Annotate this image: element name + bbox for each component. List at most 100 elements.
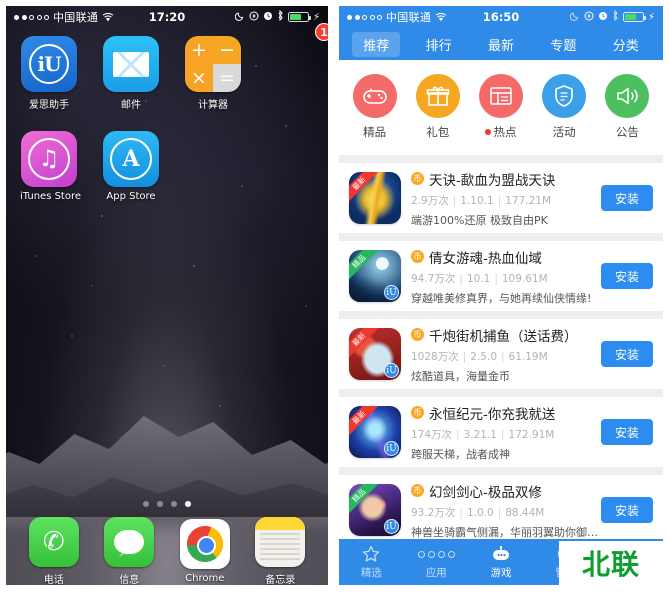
aisi-watermark-icon: iU	[384, 285, 399, 300]
category-label: 礼包	[426, 124, 450, 139]
install-button[interactable]: 安装	[601, 263, 653, 289]
app-meta: 94.7万次 | 10.1 | 109.61M	[411, 272, 548, 285]
do-not-disturb-icon	[234, 11, 245, 24]
page-dot	[157, 501, 163, 507]
app-list-row[interactable]: iU 最新 千炮街机捕鱼（送话费） 1028万次|2.5.0|61.19M 炫酷…	[339, 319, 663, 389]
category-jingpin[interactable]: 精品	[346, 73, 404, 140]
nav-item-jingxuan[interactable]: 精选	[341, 544, 401, 580]
ios-dock: ✆ 电话 信息 Chrome 备忘录	[6, 516, 328, 585]
category-label: 公告	[615, 124, 639, 139]
right-phone-panel: 中国联通 16:50 ⚡ 推荐 排行 最新 专题 分类 精品 礼包 热点 活动 …	[334, 0, 669, 593]
grid-apps-icon	[406, 544, 466, 564]
game-icon-qiannv: iU 精品	[349, 250, 401, 302]
do-not-disturb-icon	[569, 11, 580, 24]
nav-item-youxi[interactable]: 游戏	[471, 544, 531, 580]
tab-paihang[interactable]: 排行	[415, 32, 463, 57]
install-button[interactable]: 安装	[601, 497, 653, 523]
category-redian[interactable]: 热点	[472, 73, 530, 140]
app-label: App Store	[106, 191, 156, 202]
watermark-beilian: 北联	[559, 541, 663, 585]
app-info: 幻剑剑心-极品双修 93.2万次|1.0.0|88.44M 神兽坐骑霸气侧漏，华…	[401, 481, 601, 540]
page-dot	[171, 501, 177, 507]
dock-item-phone[interactable]: ✆ 电话	[26, 516, 82, 585]
battery-icon	[622, 12, 646, 22]
tab-zhuanti[interactable]: 专题	[539, 32, 587, 57]
ios-home-screen: 中国联通 17:20 ⚡ iU 1 爱思助手 邮件 + − × = 计算器 ♫ …	[6, 6, 328, 585]
hot-news-icon	[478, 73, 523, 118]
alarm-icon	[263, 11, 273, 24]
aisi-watermark-icon: iU	[384, 363, 399, 378]
category-libao[interactable]: 礼包	[409, 73, 467, 140]
nav-label: 精选	[360, 567, 382, 579]
category-label: 活动	[552, 124, 576, 139]
app-list-row[interactable]: iU 精品 幻剑剑心-极品双修 93.2万次|1.0.0|88.44M 神兽坐骑…	[339, 475, 663, 545]
coin-icon	[411, 172, 424, 185]
dock-item-notes[interactable]: 备忘录	[252, 516, 308, 585]
nav-item-yingyong[interactable]: 应用	[406, 544, 466, 580]
app-list-row[interactable]: iU 精品 倩女游魂-热血仙域 94.7万次|10.1|109.61M 穿越唯美…	[339, 241, 663, 311]
install-button[interactable]: 安装	[601, 419, 653, 445]
calc-key-equals: =	[213, 64, 241, 92]
coin-icon	[411, 250, 424, 263]
shield-activity-icon	[542, 73, 587, 118]
category-huodong[interactable]: 活动	[535, 73, 593, 140]
section-divider	[339, 155, 663, 163]
row-separator	[339, 467, 663, 475]
app-icon-itunes-store[interactable]: ♫ iTunes Store	[20, 131, 81, 202]
tab-tuijian[interactable]: 推荐	[352, 31, 401, 57]
category-shortcuts: 精品 礼包 热点 活动 公告	[339, 60, 663, 155]
messages-icon	[104, 516, 155, 567]
app-info: 天诀-歃血为盟战天诀 2.9万次|1.10.1|177.21M 端游100%还原…	[401, 169, 601, 228]
app-list-row[interactable]: 最新 天诀-歃血为盟战天诀 2.9万次|1.10.1|177.21M 端游100…	[339, 163, 663, 233]
calc-key-plus: +	[185, 36, 213, 64]
app-icon-mail[interactable]: 邮件	[102, 36, 160, 111]
status-bar-right: ⚡	[569, 9, 655, 24]
dock-item-chrome[interactable]: Chrome	[177, 518, 233, 584]
row-separator	[339, 389, 663, 397]
app-description: 神兽坐骑霸气侧漏，华丽羽翼助你御气飞	[411, 525, 601, 539]
home-icon-grid: iU 1 爱思助手 邮件 + − × = 计算器 ♫ iTunes Store …	[6, 23, 328, 202]
store-status-bar: 中国联通 16:50 ⚡	[339, 6, 663, 28]
app-list-row[interactable]: iU 最新 永恒纪元-你充我就送 174万次|3.21.1|172.91M 跨服…	[339, 397, 663, 467]
app-description: 炫酷道具，海量金币	[411, 369, 510, 383]
music-note-glyph: ♫	[28, 138, 70, 180]
app-title: 倩女游魂-热血仙域	[411, 247, 601, 267]
store-tab-bar: 推荐 排行 最新 专题 分类	[339, 28, 663, 60]
hot-badge-dot	[485, 129, 492, 135]
row-separator	[339, 311, 663, 319]
tab-zuixin[interactable]: 最新	[477, 32, 525, 57]
mail-icon	[103, 36, 159, 92]
category-gonggao[interactable]: 公告	[598, 73, 656, 140]
app-info: 永恒纪元-你充我就送 174万次|3.21.1|172.91M 跨服天梯，战者成…	[401, 403, 601, 462]
itunes-store-icon: ♫	[21, 131, 77, 187]
alarm-icon	[598, 11, 608, 24]
app-icon-aisi-helper[interactable]: iU 1 爱思助手	[20, 23, 328, 111]
app-info: 倩女游魂-热血仙域 94.7万次|10.1|109.61M 穿越唯美修真界，与她…	[401, 247, 601, 306]
app-label: 爱思助手	[29, 100, 69, 111]
charging-bolt-icon: ⚡	[312, 11, 320, 23]
star-icon	[341, 544, 401, 564]
coin-icon	[411, 484, 424, 497]
game-icon-yongheng: iU 最新	[349, 406, 401, 458]
nav-label: 游戏	[490, 567, 512, 579]
app-icon-app-store[interactable]: A App Store	[102, 131, 160, 202]
dock-item-messages[interactable]: 信息	[101, 516, 157, 585]
game-icon-huanjian: iU 精品	[349, 484, 401, 536]
app-info: 千炮街机捕鱼（送话费） 1028万次|2.5.0|61.19M 炫酷道具，海量金…	[401, 325, 601, 384]
page-dot	[143, 501, 149, 507]
category-label: 精品	[363, 124, 387, 139]
calculator-icon: + − × =	[185, 36, 241, 92]
tab-fenlei[interactable]: 分类	[602, 32, 650, 57]
robot-game-icon	[471, 544, 531, 564]
page-indicator[interactable]	[6, 501, 328, 507]
install-button[interactable]: 安装	[601, 341, 653, 367]
app-store-screen: 中国联通 16:50 ⚡ 推荐 排行 最新 专题 分类 精品 礼包 热点 活动 …	[339, 6, 663, 585]
app-meta: 174万次 | 3.21.1 | 172.91M	[411, 428, 555, 441]
app-icon-calculator[interactable]: + − × = 计算器	[184, 36, 242, 111]
gift-box-icon	[415, 73, 460, 118]
charging-bolt-icon: ⚡	[647, 11, 655, 23]
app-meta: 93.2万次 | 1.0.0 | 88.44M	[411, 506, 545, 519]
install-button[interactable]: 安装	[601, 185, 653, 211]
aisi-watermark-icon: iU	[384, 519, 399, 534]
ios-status-bar: 中国联通 17:20 ⚡	[6, 6, 328, 28]
